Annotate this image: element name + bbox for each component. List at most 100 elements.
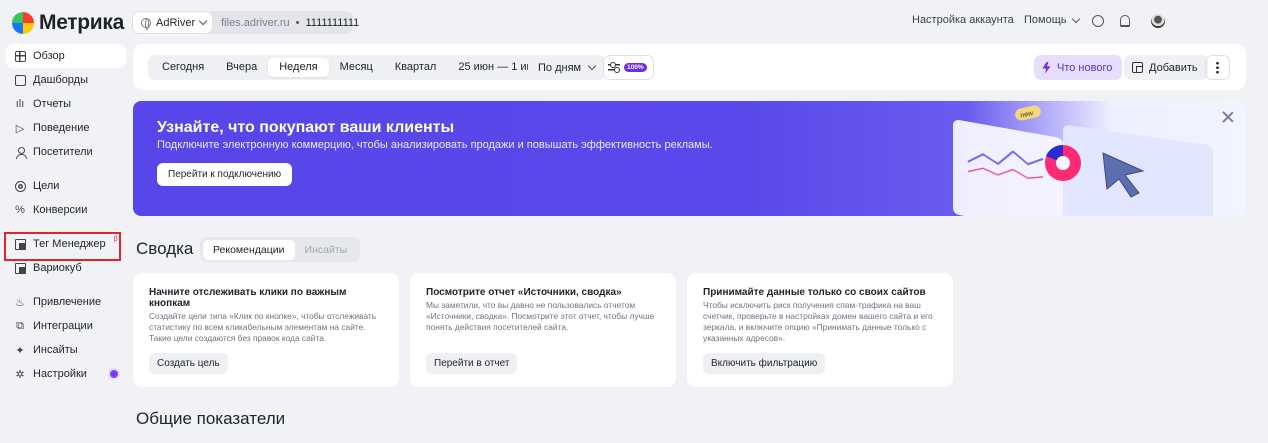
summary-tabs: Рекомендации Инсайты — [200, 237, 361, 262]
counter-selector[interactable]: AdRiver files.adriver.ru • 1111111111 — [132, 11, 359, 34]
sidebar-item-label: Конверсии — [33, 204, 88, 216]
recommendation-card: Посмотрите отчет «Источники, сводка» Мы … — [410, 273, 676, 387]
kebab-icon — [1216, 61, 1219, 74]
sliders-icon — [608, 62, 620, 73]
general-metrics-title: Общие показатели — [136, 409, 286, 428]
more-button[interactable] — [1205, 55, 1230, 80]
puzzle-icon: ⧉ — [16, 319, 24, 332]
ecommerce-illustration-icon: new — [953, 105, 1213, 216]
cube-icon — [14, 262, 26, 274]
counter-id: 1111111111 — [305, 16, 360, 29]
chevron-down-icon — [587, 61, 597, 71]
counter-name: AdRiver — [156, 16, 196, 29]
logo[interactable]: Метрика — [12, 11, 124, 35]
sidebar-item-insights[interactable]: ✦ Инсайты — [6, 338, 126, 362]
close-icon[interactable] — [1222, 111, 1234, 123]
sidebar-item-label: Посетители — [33, 146, 93, 158]
add-button[interactable]: Добавить — [1124, 55, 1208, 80]
period-week[interactable]: Неделя — [268, 58, 329, 77]
card-title: Начните отслеживать клики по важным кноп… — [149, 287, 347, 309]
sampling-button[interactable]: 100% — [603, 55, 654, 80]
highlight-box — [4, 232, 121, 261]
sidebar-item-conversions[interactable]: % Конверсии — [6, 198, 126, 222]
account-settings-link[interactable]: Настройка аккаунта — [912, 14, 1014, 26]
counter-domain: files.adriver.ru — [221, 16, 290, 29]
card-text: Чтобы исключить риск получения спам-траф… — [703, 300, 933, 343]
group-by-label: По дням — [538, 61, 582, 74]
sidebar-item-label: Интеграции — [33, 320, 93, 332]
period-today[interactable]: Сегодня — [151, 58, 215, 77]
sidebar-item-goals[interactable]: Цели — [6, 174, 126, 198]
sidebar-item-dashboards[interactable]: Дашборды — [6, 68, 126, 92]
play-icon: ▷ — [15, 122, 25, 135]
main-content: Сегодня Вчера Неделя Месяц Квартал 25 ию… — [133, 44, 1246, 443]
sampling-badge: 100% — [624, 63, 647, 72]
period-toolbar: Сегодня Вчера Неделя Месяц Квартал 25 ию… — [133, 44, 1246, 90]
banner-title: Узнайте, что покупают ваши клиенты — [157, 119, 455, 136]
user-icon — [15, 146, 27, 159]
sidebar-item-label: Дашборды — [33, 74, 88, 86]
group-by-select[interactable]: По дням — [528, 55, 606, 80]
chat-icon[interactable] — [1092, 15, 1104, 27]
chevron-down-icon — [198, 16, 208, 26]
avatar[interactable] — [1151, 14, 1165, 28]
bar-chart-icon: ılı — [15, 98, 25, 110]
sidebar-item-label: Привлечение — [33, 296, 102, 308]
sidebar-item-visitors[interactable]: Посетители — [6, 140, 126, 164]
flame-icon: ♨ — [15, 296, 25, 309]
help-label: Помощь — [1024, 14, 1067, 26]
sidebar: Обзор Дашборды ılı Отчеты ▷ Поведение По… — [6, 44, 126, 386]
sidebar-item-label: Вариокуб — [33, 262, 82, 274]
go-to-report-button[interactable]: Перейти в отчет — [426, 353, 518, 374]
whats-new-label: Что нового — [1057, 61, 1113, 74]
sidebar-item-settings[interactable]: ✲ Настройки — [6, 362, 126, 386]
metrika-logo-icon — [12, 12, 34, 34]
tab-recommendations[interactable]: Рекомендации — [203, 239, 295, 260]
account-settings-label: Настройка аккаунта — [912, 14, 1014, 26]
sidebar-item-behavior[interactable]: ▷ Поведение — [6, 116, 126, 140]
sidebar-item-overview[interactable]: Обзор — [6, 44, 126, 68]
connect-ecommerce-button[interactable]: Перейти к подключению — [157, 163, 293, 186]
enable-filtering-button[interactable]: Включить фильтрацию — [703, 353, 826, 374]
bolt-icon — [1042, 61, 1051, 74]
card-text: Мы заметили, что вы давно не пользовалис… — [426, 300, 655, 332]
banner-subtitle: Подключите электронную коммерцию, чтобы … — [157, 139, 713, 151]
card-text: Создайте цели типа «Клик по кнопке», что… — [149, 311, 377, 343]
sidebar-item-acquisition[interactable]: ♨ Привлечение — [6, 290, 126, 314]
whats-new-button[interactable]: Что нового — [1034, 55, 1123, 80]
period-yesterday[interactable]: Вчера — [215, 58, 268, 77]
sidebar-item-label: Отчеты — [33, 98, 72, 110]
recommendation-card: Начните отслеживать клики по важным кноп… — [133, 273, 399, 387]
period-selector: Сегодня Вчера Неделя Месяц Квартал 25 ию… — [148, 55, 569, 80]
ecommerce-banner: Узнайте, что покупают ваши клиенты Подкл… — [133, 101, 1246, 216]
sparkle-icon: ✦ — [15, 344, 25, 357]
logo-text: Метрика — [39, 11, 125, 34]
sidebar-item-label: Инсайты — [33, 344, 78, 356]
chevron-down-icon — [1071, 14, 1080, 23]
percent-icon: % — [15, 204, 25, 216]
counter-separator: • — [295, 16, 300, 29]
period-quarter[interactable]: Квартал — [384, 58, 448, 77]
grid-icon — [14, 50, 26, 62]
summary-title: Сводка — [136, 239, 194, 258]
sidebar-item-label: Настройки — [33, 368, 87, 380]
dashboard-icon — [14, 74, 26, 86]
tab-insights[interactable]: Инсайты — [295, 240, 358, 260]
notification-dot — [110, 370, 118, 378]
counter-name-button[interactable]: AdRiver — [132, 11, 214, 34]
sidebar-item-label: Поведение — [33, 122, 90, 134]
target-icon — [14, 180, 26, 192]
sidebar-item-label: Обзор — [33, 50, 65, 62]
card-title: Принимайте данные только со своих сайтов — [703, 287, 926, 298]
card-title: Посмотрите отчет «Источники, сводка» — [426, 287, 622, 298]
create-goal-button[interactable]: Создать цель — [149, 353, 228, 374]
sidebar-item-label: Цели — [33, 180, 60, 192]
gear-icon: ✲ — [15, 368, 25, 381]
help-menu[interactable]: Помощь — [1024, 14, 1080, 26]
sidebar-item-integrations[interactable]: ⧉ Интеграции — [6, 314, 126, 338]
bell-icon[interactable] — [1120, 15, 1130, 27]
add-label: Добавить — [1149, 61, 1198, 74]
sidebar-item-reports[interactable]: ılı Отчеты — [6, 92, 126, 116]
recommendation-card: Принимайте данные только со своих сайтов… — [687, 273, 953, 387]
period-month[interactable]: Месяц — [329, 58, 384, 77]
